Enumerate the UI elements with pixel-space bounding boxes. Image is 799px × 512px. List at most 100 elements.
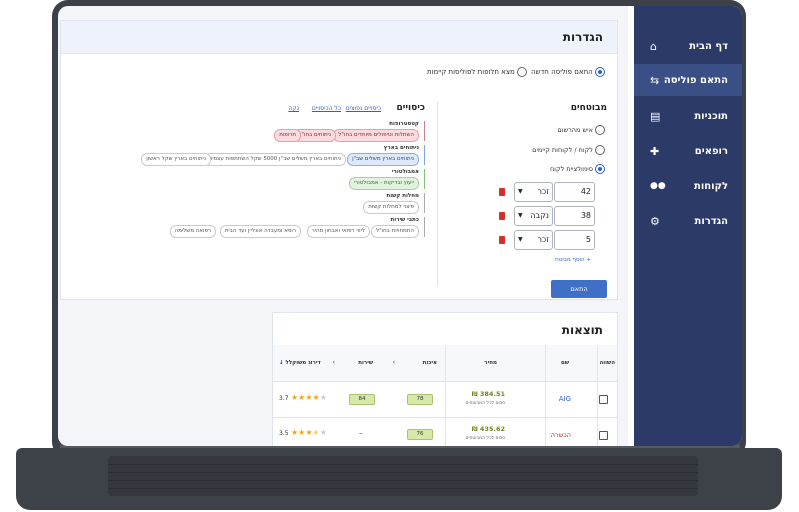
submit-button[interactable]: התאם <box>551 280 607 298</box>
sort-down-icon[interactable]: ↓ <box>279 360 284 366</box>
coverage-chip[interactable]: ניתוחים בארץ משלים שב"ן 5000 שקל השתתפות… <box>203 153 346 166</box>
price-note: סכום לכל המבוטחים <box>465 436 505 441</box>
sidebar-item-home[interactable]: דף הבית ⌂ <box>634 30 742 62</box>
insured-radio-2[interactable] <box>595 145 605 155</box>
coverage-chip[interactable]: ניתוחים בארץ משלים שב"ן <box>347 153 419 166</box>
service-score: – <box>359 429 363 437</box>
sort-chevron-icon[interactable]: › <box>333 359 335 366</box>
insured-option-existing[interactable]: לקוח / לקוחות קיימים <box>532 145 605 155</box>
results-panel: תוצאות השווה שם מחיר איכות › שירות › דיר… <box>272 312 618 446</box>
delete-icon[interactable] <box>499 188 505 196</box>
sidebar-item-label: התאם פוליסה <box>663 74 728 86</box>
coverage-chip[interactable]: פיצוי למחלות קשות <box>363 201 419 214</box>
insured-radio-3[interactable] <box>595 164 605 174</box>
group-bar <box>424 217 425 237</box>
rating-value: 3.5 <box>279 430 289 437</box>
group-bar <box>424 169 425 189</box>
delete-icon[interactable] <box>499 236 505 244</box>
insured-option-1-label: איש מהרשום <box>557 126 593 134</box>
price-note: סכום לכל המבוטחים <box>465 401 505 406</box>
group-bar <box>424 121 425 141</box>
quality-score: 78 <box>407 394 433 405</box>
coverage-chip[interactable]: רופא ומעבדה אונליין ועד הבית <box>219 225 301 238</box>
insured-option-registered[interactable]: איש מהרשום <box>557 125 605 135</box>
star-rating: ★★★★★ <box>291 428 327 437</box>
insured-radio-1[interactable] <box>595 125 605 135</box>
age-input[interactable]: 38 <box>554 206 595 226</box>
sidebar-item-settings[interactable]: הגדרות ⚙ <box>634 205 742 237</box>
star-rating: ★★★★★ <box>291 393 327 402</box>
mode-existing-radio[interactable] <box>517 67 527 77</box>
compare-arrows-icon: ⇆ <box>650 73 660 87</box>
sidebar-item-label: רופאים <box>694 145 728 157</box>
sidebar-item-doctors[interactable]: רופאים ✚ <box>634 135 742 167</box>
mode-existing-label: מצא חלופות לפוליסות קיימות <box>426 68 515 76</box>
medical-plus-icon: ✚ <box>650 144 660 158</box>
age-input[interactable]: 5 <box>554 230 595 250</box>
compare-checkbox[interactable] <box>599 395 608 404</box>
coverage-chip[interactable]: התמחויות בחו"ל <box>370 225 419 238</box>
home-icon: ⌂ <box>650 39 657 53</box>
row-divider <box>273 417 617 418</box>
sidebar-item-match-policy[interactable]: התאם פוליסה ⇆ <box>634 64 742 96</box>
age-input[interactable]: 42 <box>554 182 595 202</box>
group-bar <box>424 145 425 165</box>
sidebar-item-plans[interactable]: תוכניות ▤ <box>634 100 742 132</box>
chevron-down-icon: ▼ <box>518 236 523 243</box>
col-service: שירות <box>358 360 373 366</box>
app-screen: הגדרות התאם פוליסה חדשה מצא חלופות לפולי… <box>58 6 742 446</box>
delete-icon[interactable] <box>499 212 505 220</box>
col-divider <box>597 345 598 446</box>
group-label: אמבולטורי <box>391 169 419 175</box>
settings-panel: הגדרות התאם פוליסה חדשה מצא חלופות לפולי… <box>60 20 618 300</box>
add-insured-link[interactable]: + הוסף מבוטח <box>555 257 591 263</box>
col-price: מחיר <box>484 360 497 366</box>
col-compare: השווה <box>599 360 615 366</box>
group-label: ניתוחים בארץ <box>383 145 419 151</box>
price-value: 435.62 ₪ <box>471 425 505 433</box>
coverage-link-all[interactable]: כל הכיסויים <box>312 105 341 112</box>
insured-option-2-label: לקוח / לקוחות קיימים <box>532 146 593 154</box>
company-name[interactable]: הכשרה <box>551 431 571 439</box>
gender-value: זכר <box>537 187 549 196</box>
results-header: תוצאות <box>273 313 617 346</box>
gender-value: זכר <box>537 235 549 244</box>
col-rating: דירוג משוקלל ↓ <box>279 360 321 366</box>
col-name: שם <box>560 360 569 366</box>
mode-existing-option[interactable]: מצא חלופות לפוליסות קיימות <box>427 67 527 77</box>
mode-new-radio[interactable] <box>595 67 605 77</box>
gender-value: נקבה <box>530 211 549 220</box>
sidebar-item-label: תוכניות <box>694 110 728 122</box>
quality-score: 76 <box>407 429 433 440</box>
col-rating-label: דירוג משוקלל <box>285 360 321 366</box>
coverage-chip[interactable]: רפואה משלימה <box>169 225 216 238</box>
laptop-keyboard <box>108 456 698 496</box>
sort-chevron-icon[interactable]: › <box>393 359 395 366</box>
company-name[interactable]: AIG <box>559 395 571 403</box>
coverage-chip[interactable]: ניתוחים בארץ שקל ראשון <box>141 153 211 166</box>
coverage-link-clear[interactable]: נקה <box>288 105 299 112</box>
group-label: מחלות קשות <box>386 193 419 199</box>
insured-title: מבוטחים <box>570 103 607 113</box>
sidebar-item-label: דף הבית <box>689 40 728 52</box>
coverage-chip[interactable]: ייעוץ ובדיקות - אמבולטורי <box>348 177 419 190</box>
coverage-title: כיסויים <box>396 103 425 113</box>
insured-option-3-label: סימולציית לקוח <box>549 165 593 173</box>
people-icon: ●● <box>650 181 666 191</box>
sidebar-item-clients[interactable]: לקוחות ●● <box>634 170 742 202</box>
sidebar-item-label: לקוחות <box>694 180 728 192</box>
chevron-down-icon: ▼ <box>518 188 523 195</box>
gender-select[interactable]: זכר ▼ <box>514 182 553 202</box>
sidebar: דף הבית ⌂ התאם פוליסה ⇆ תוכניות ▤ רופאים… <box>634 6 742 446</box>
coverage-link-special[interactable]: כיסויים נפוצים <box>346 105 381 112</box>
coverage-chip[interactable]: ליווי רפואי ואבחון מהיר <box>306 225 370 238</box>
gender-select[interactable]: נקבה ▼ <box>514 206 553 226</box>
coverage-chip[interactable]: השתלות וטיפולים מיוחדים בחו"ל <box>333 129 419 142</box>
results-title: תוצאות <box>561 323 603 337</box>
mode-new-option[interactable]: התאם פוליסה חדשה <box>531 67 605 77</box>
insured-option-simulation[interactable]: סימולציית לקוח <box>550 164 605 174</box>
compare-checkbox[interactable] <box>599 431 608 440</box>
gender-select[interactable]: זכר ▼ <box>514 230 553 250</box>
column-divider <box>437 101 438 286</box>
coverage-chip[interactable]: תרופות <box>274 129 301 142</box>
